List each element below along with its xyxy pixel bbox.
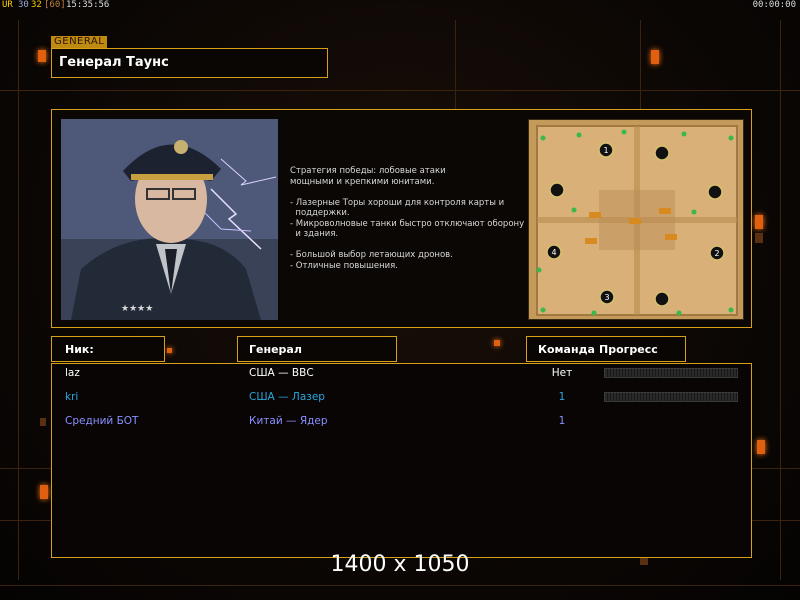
description-line: - Лазерные Торы хороши для контроля карт… bbox=[290, 197, 505, 208]
start-position-4: 4 bbox=[551, 248, 556, 257]
header-team-progress[interactable]: Команда Прогресс bbox=[526, 336, 686, 362]
description-line: - Отличные повышения. bbox=[290, 260, 398, 271]
deco-light bbox=[40, 418, 46, 426]
player-nick: laz bbox=[65, 367, 80, 379]
general-portrait: ★★★★ bbox=[61, 119, 278, 320]
description-line bbox=[290, 187, 525, 198]
status-clock: 15:35:56 bbox=[66, 0, 110, 10]
start-position-2: 2 bbox=[714, 249, 719, 258]
player-nick: Средний БОТ bbox=[65, 415, 139, 427]
deco-line bbox=[18, 20, 19, 580]
header-general[interactable]: Генерал bbox=[237, 336, 397, 362]
header-nick-label: Ник: bbox=[65, 343, 94, 356]
header-nick[interactable]: Ник: bbox=[51, 336, 165, 362]
player-progress-bar bbox=[604, 368, 738, 378]
deco-light bbox=[755, 215, 763, 229]
deco-line bbox=[0, 90, 800, 91]
player-team[interactable]: Нет bbox=[532, 367, 592, 379]
deco-light bbox=[40, 485, 48, 499]
player-team[interactable]: 1 bbox=[532, 415, 592, 427]
player-general[interactable]: США — ВВС bbox=[249, 367, 314, 379]
svg-text:★★★★: ★★★★ bbox=[121, 304, 153, 314]
player-row[interactable]: Средний БОТ Китай — Ядер 1 bbox=[52, 412, 752, 432]
deco-light bbox=[651, 50, 659, 64]
general-title-box: Генерал Таунс bbox=[51, 48, 328, 78]
start-position-3: 3 bbox=[604, 293, 609, 302]
player-list: laz США — ВВС Нет kri США — Лазер 1 Средний БО… bbox=[51, 363, 752, 558]
status-fps-2: 32 bbox=[31, 0, 42, 10]
player-row[interactable]: kri США — Лазер 1 bbox=[52, 388, 752, 408]
player-team[interactable]: 1 bbox=[532, 391, 592, 403]
deco-light bbox=[494, 340, 500, 346]
player-general[interactable]: Китай — Ядер bbox=[249, 415, 328, 427]
deco-line bbox=[640, 20, 641, 110]
game-timer: 00:00:00 bbox=[752, 0, 796, 10]
status-fps-limit: [60] bbox=[44, 0, 66, 10]
description-line: мощными и крепкими юнитами. bbox=[290, 176, 435, 187]
deco-line bbox=[455, 20, 456, 110]
player-nick: kri bbox=[65, 391, 79, 403]
status-fps: 30 bbox=[18, 0, 29, 10]
description-line: - Большой выбор летающих дронов. bbox=[290, 250, 453, 260]
description-line: поддержки. bbox=[290, 208, 350, 218]
general-name: Генерал Таунс bbox=[59, 55, 169, 70]
player-general[interactable]: США — Лазер bbox=[249, 391, 325, 403]
header-progress-label: Прогресс bbox=[599, 343, 658, 356]
header-team-label: Команда bbox=[538, 343, 595, 356]
description-line bbox=[290, 240, 525, 251]
deco-light bbox=[755, 233, 763, 243]
start-position-1: 1 bbox=[603, 146, 608, 155]
resolution-watermark: 1400 x 1050 bbox=[330, 552, 470, 577]
map-preview[interactable]: 1 2 3 4 bbox=[528, 119, 744, 320]
description-line: - Микроволновые танки быстро отключают о… bbox=[290, 218, 525, 229]
player-progress-bar bbox=[604, 392, 738, 402]
deco-line bbox=[0, 585, 800, 586]
deco-light bbox=[757, 440, 765, 454]
section-tag: GENERAL bbox=[51, 36, 108, 48]
header-general-label: Генерал bbox=[249, 343, 302, 356]
deco-light bbox=[167, 348, 172, 353]
deco-light bbox=[38, 50, 46, 62]
status-ur: UR bbox=[2, 0, 13, 10]
deco-line bbox=[780, 20, 781, 580]
description-line: и здания. bbox=[290, 229, 339, 239]
player-row[interactable]: laz США — ВВС Нет bbox=[52, 364, 752, 384]
general-description: Стратегия победы: лобовые атаки мощными и… bbox=[290, 166, 525, 271]
description-line: Стратегия победы: лобовые атаки bbox=[290, 166, 446, 176]
